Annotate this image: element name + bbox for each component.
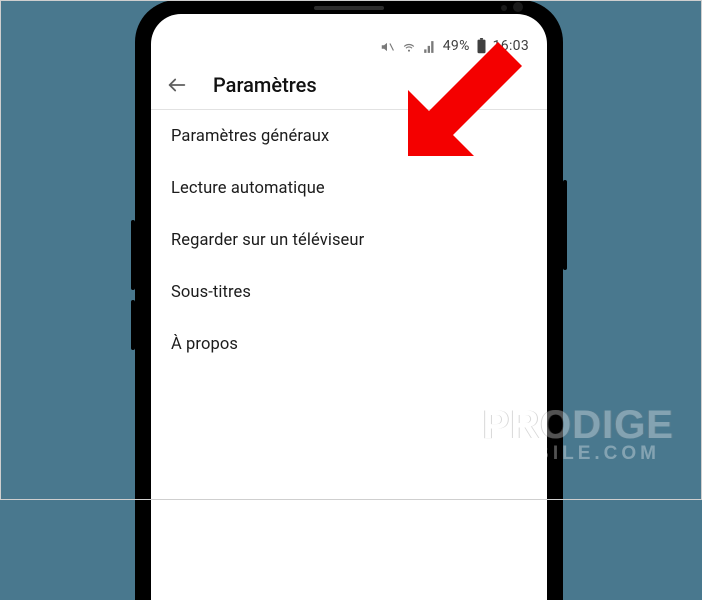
settings-item-about[interactable]: À propos xyxy=(151,318,547,370)
settings-item-autoplay[interactable]: Lecture automatique xyxy=(151,162,547,214)
statusbar: 49% 16:03 xyxy=(151,14,547,60)
phone-side-button xyxy=(563,180,567,270)
settings-item-label: Lecture automatique xyxy=(171,179,325,198)
phone-front-camera xyxy=(513,2,523,12)
appbar: Paramètres xyxy=(151,60,547,110)
settings-item-label: Paramètres généraux xyxy=(171,127,329,146)
phone-side-button xyxy=(131,300,135,350)
phone-side-button xyxy=(131,220,135,290)
battery-icon xyxy=(476,38,487,54)
mute-icon xyxy=(379,40,395,54)
signal-icon xyxy=(423,40,437,54)
settings-item-label: Sous-titres xyxy=(171,283,251,302)
phone-speaker xyxy=(314,6,384,10)
wifi-icon xyxy=(401,40,417,54)
phone-frame: 49% 16:03 Paramètres Paramètres g xyxy=(135,0,563,600)
battery-percent: 49% xyxy=(443,38,470,54)
settings-list: Paramètres généraux Lecture automatique … xyxy=(151,110,547,370)
settings-item-label: Regarder sur un téléviseur xyxy=(171,231,364,250)
phone-screen: 49% 16:03 Paramètres Paramètres g xyxy=(151,14,547,600)
settings-item-label: À propos xyxy=(171,335,238,354)
page-title: Paramètres xyxy=(213,73,317,97)
settings-item-watch-tv[interactable]: Regarder sur un téléviseur xyxy=(151,214,547,266)
phone-sensor xyxy=(501,5,507,11)
arrow-left-icon xyxy=(166,74,188,96)
clock: 16:03 xyxy=(493,38,529,54)
settings-item-general[interactable]: Paramètres généraux xyxy=(151,110,547,162)
settings-item-subtitles[interactable]: Sous-titres xyxy=(151,266,547,318)
back-button[interactable] xyxy=(163,71,191,99)
